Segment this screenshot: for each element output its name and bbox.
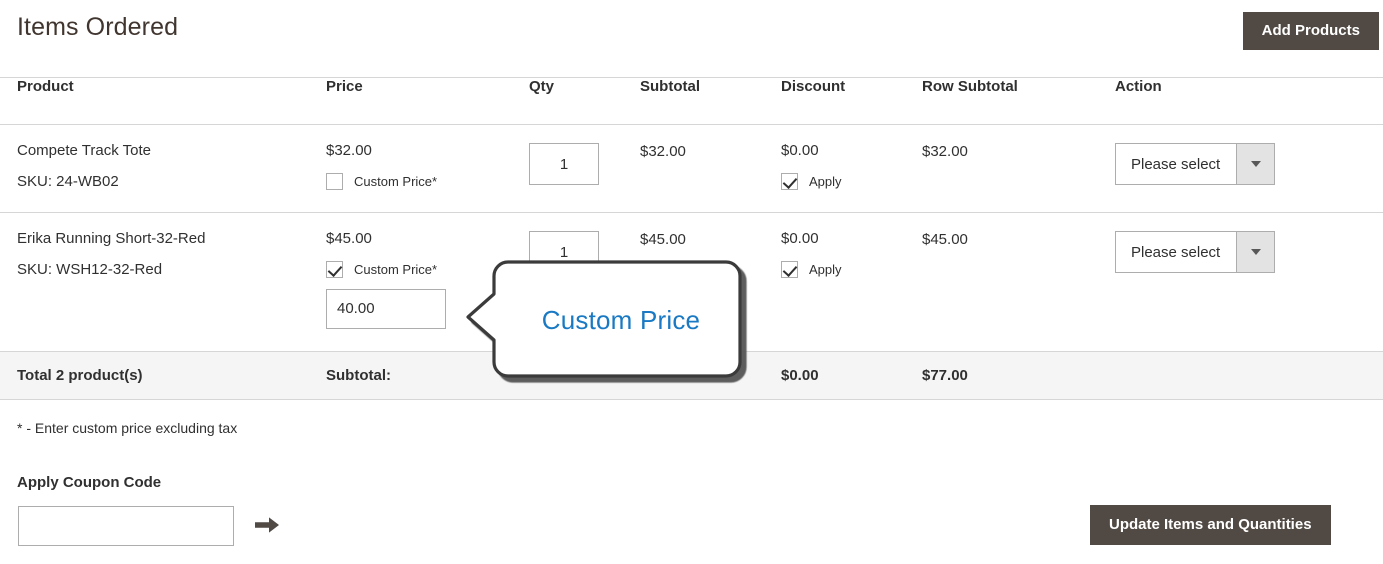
- custom-price-label: Custom Price*: [354, 261, 438, 277]
- custom-price-footnote: * - Enter custom price excluding tax: [17, 420, 238, 436]
- subtotal-cell: $32.00: [640, 124, 781, 213]
- row-subtotal-cell: $32.00: [922, 124, 1115, 213]
- action-cell: Please select: [1115, 124, 1383, 213]
- column-header-price: Price: [326, 77, 529, 125]
- custom-price-checkbox[interactable]: [326, 172, 343, 190]
- custom-price-checkbox[interactable]: [326, 260, 343, 278]
- price-cell: $45.00 Custom Price*: [326, 213, 529, 352]
- apply-discount-label: Apply: [809, 261, 842, 277]
- custom-price-toggle[interactable]: Custom Price*: [326, 172, 529, 190]
- product-cell: Compete Track Tote SKU: 24-WB02: [0, 124, 326, 213]
- product-cell: Erika Running Short-32-Red SKU: WSH12-32…: [0, 213, 326, 352]
- qty-input[interactable]: [529, 143, 599, 185]
- price-value: $45.00: [326, 230, 372, 247]
- totals-row: Total 2 product(s) Subtotal: $0.00 $77.0…: [0, 350, 1383, 400]
- totals-discount: $0.00: [781, 350, 922, 400]
- price-cell: $32.00 Custom Price*: [326, 124, 529, 213]
- discount-value: $0.00: [781, 230, 819, 247]
- qty-input[interactable]: [529, 231, 599, 273]
- update-items-and-quantities-button[interactable]: Update Items and Quantities: [1090, 505, 1331, 545]
- discount-cell: $0.00 Apply: [781, 213, 922, 352]
- custom-price-label: Custom Price*: [354, 173, 438, 189]
- product-sku: SKU: 24-WB02: [17, 172, 119, 190]
- table-header-row: Product Price Qty Subtotal Discount Row …: [0, 77, 1383, 125]
- column-header-product: Product: [0, 77, 326, 125]
- page-title: Items Ordered: [17, 13, 179, 41]
- totals-qty-cell: [529, 350, 640, 400]
- arrow-right-icon[interactable]: [253, 514, 281, 536]
- table-row: Erika Running Short-32-Red SKU: WSH12-32…: [0, 213, 1383, 352]
- custom-price-input[interactable]: [326, 288, 446, 329]
- action-select[interactable]: Please select: [1115, 143, 1275, 185]
- custom-price-toggle[interactable]: Custom Price*: [326, 260, 529, 278]
- product-name: Compete Track Tote: [17, 142, 151, 159]
- product-name: Erika Running Short-32-Red: [17, 230, 206, 247]
- coupon-code-input[interactable]: [18, 506, 234, 546]
- price-value: $32.00: [326, 142, 372, 159]
- apply-discount-label: Apply: [809, 173, 842, 189]
- column-header-qty: Qty: [529, 77, 640, 125]
- column-header-row-subtotal: Row Subtotal: [922, 77, 1115, 125]
- action-cell: Please select: [1115, 213, 1383, 352]
- discount-value: $0.00: [781, 142, 819, 159]
- totals-action-cell: [1115, 350, 1383, 400]
- qty-cell: [529, 124, 640, 213]
- discount-cell: $0.00 Apply: [781, 124, 922, 213]
- chevron-down-icon[interactable]: [1236, 232, 1274, 272]
- subtotal-cell: $45.00: [640, 231, 686, 248]
- column-header-discount: Discount: [781, 77, 922, 125]
- action-select-value: Please select: [1131, 155, 1221, 173]
- totals-subtotal-cell: [640, 350, 781, 400]
- qty-cell: [529, 213, 640, 352]
- apply-discount-toggle[interactable]: Apply: [781, 260, 922, 278]
- items-ordered-table: Product Price Qty Subtotal Discount Row …: [0, 77, 1383, 400]
- column-header-subtotal: Subtotal: [640, 77, 781, 125]
- chevron-down-icon[interactable]: [1236, 144, 1274, 184]
- apply-discount-checkbox[interactable]: [781, 260, 798, 278]
- product-sku: SKU: WSH12-32-Red: [17, 260, 163, 278]
- table-header: Product Price Qty Subtotal Discount Row …: [0, 77, 1383, 125]
- row-subtotal-cell: $45.00: [922, 231, 968, 248]
- add-products-button[interactable]: Add Products: [1242, 12, 1379, 50]
- apply-discount-checkbox[interactable]: [781, 172, 798, 190]
- totals-subtotal-label: Subtotal:: [326, 350, 529, 400]
- totals-products-count: Total 2 product(s): [0, 350, 326, 400]
- table-row: Compete Track Tote SKU: 24-WB02 $32.00 C…: [0, 124, 1383, 213]
- column-header-action: Action: [1115, 77, 1383, 125]
- page-header: Items Ordered Add Products: [0, 0, 1383, 77]
- apply-coupon-code-label: Apply Coupon Code: [17, 474, 162, 491]
- action-select[interactable]: Please select: [1115, 231, 1275, 273]
- apply-discount-toggle[interactable]: Apply: [781, 172, 922, 190]
- action-select-value: Please select: [1131, 243, 1221, 261]
- totals-row-subtotal: $77.00: [922, 350, 1115, 400]
